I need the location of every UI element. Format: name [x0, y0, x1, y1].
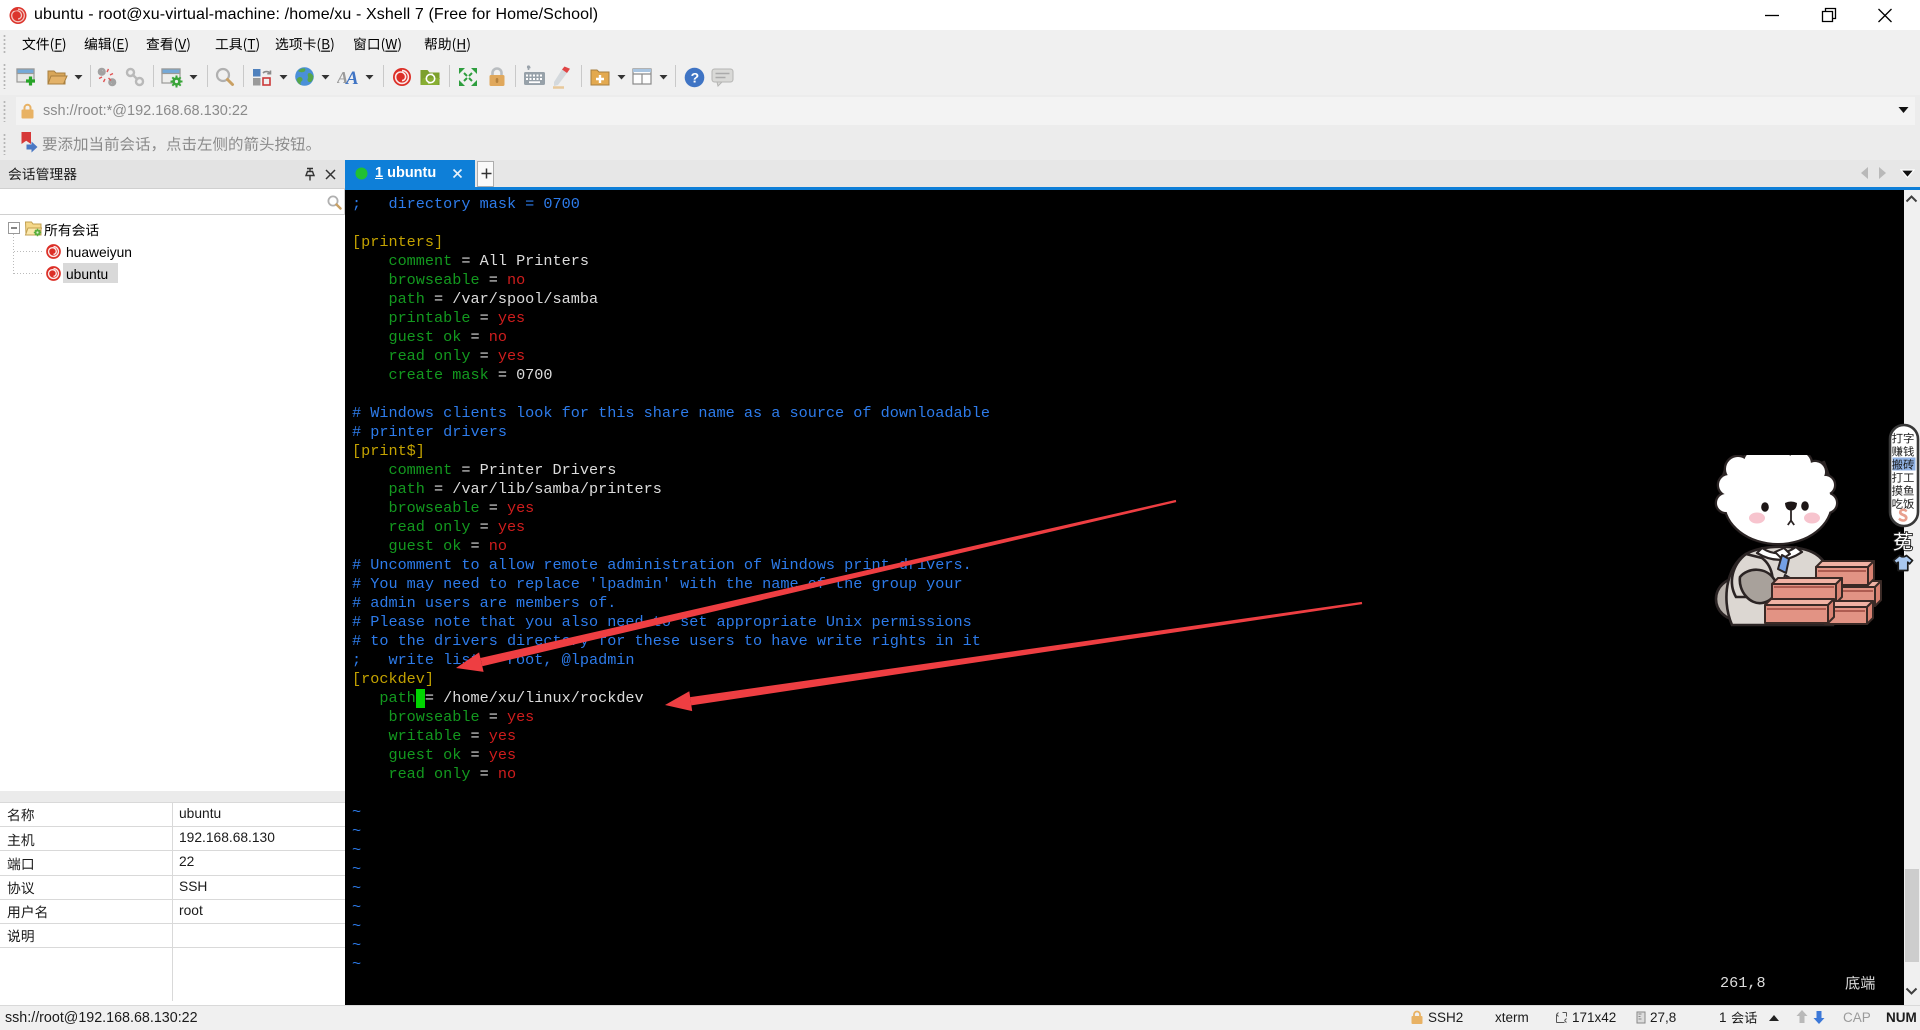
svg-text:A: A — [345, 68, 359, 88]
svg-text:?: ? — [691, 70, 700, 86]
